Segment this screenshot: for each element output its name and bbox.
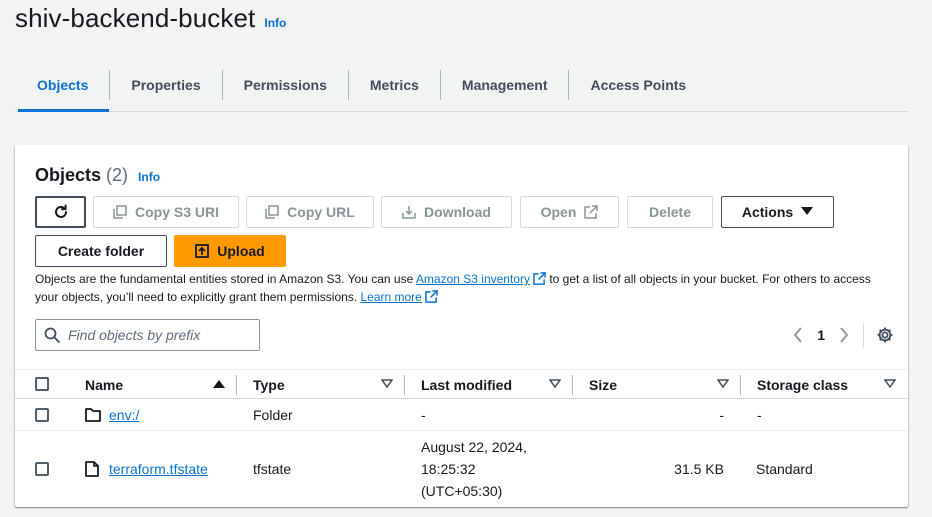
tab-permissions[interactable]: Permissions bbox=[223, 58, 348, 111]
tab-objects[interactable]: Objects bbox=[15, 58, 110, 112]
copy-icon bbox=[113, 205, 127, 219]
name-cell: terraform.tfstate bbox=[85, 431, 208, 507]
download-label: Download bbox=[424, 204, 491, 220]
column-label: Storage class bbox=[757, 376, 849, 393]
tab-metrics[interactable]: Metrics bbox=[349, 58, 440, 111]
last-modified-time: 18:25:32 bbox=[421, 461, 476, 477]
column-header-name[interactable]: Name bbox=[85, 370, 237, 399]
file-icon bbox=[85, 461, 99, 477]
column-divider bbox=[572, 375, 573, 395]
upload-label: Upload bbox=[217, 243, 265, 259]
type-cell: tfstate bbox=[253, 461, 292, 477]
upload-icon bbox=[195, 244, 210, 258]
sort-ascending-icon bbox=[213, 380, 225, 388]
create-folder-label: Create folder bbox=[57, 243, 145, 259]
copy-url-label: Copy URL bbox=[287, 204, 355, 220]
actions-label: Actions bbox=[741, 204, 794, 220]
external-link-icon bbox=[425, 290, 438, 307]
copy-s3-uri-label: Copy S3 URI bbox=[134, 204, 219, 220]
tab-management[interactable]: Management bbox=[441, 58, 569, 111]
sort-icon bbox=[549, 379, 561, 389]
size-cell: - bbox=[719, 407, 724, 423]
page-title: shiv-backend-bucket bbox=[15, 3, 256, 33]
copy-url-button[interactable]: Copy URL bbox=[246, 196, 374, 228]
object-name-link[interactable]: terraform.tfstate bbox=[109, 461, 208, 477]
chevron-left-icon[interactable] bbox=[793, 327, 803, 343]
search-icon bbox=[44, 327, 60, 343]
download-icon bbox=[402, 205, 416, 219]
bucket-tabs: Objects Properties Permissions Metrics M… bbox=[15, 58, 908, 112]
tab-properties[interactable]: Properties bbox=[110, 58, 221, 111]
external-link-icon bbox=[533, 272, 546, 289]
select-all-checkbox[interactable] bbox=[35, 377, 49, 391]
search-input[interactable] bbox=[68, 327, 248, 343]
last-modified-cell: - bbox=[421, 407, 426, 423]
copy-s3-uri-button[interactable]: Copy S3 URI bbox=[93, 196, 239, 228]
table-row[interactable]: env:/ Folder - - - bbox=[15, 399, 908, 431]
panel-info-link[interactable]: Info bbox=[138, 170, 160, 184]
column-label: Type bbox=[253, 376, 285, 393]
column-header-storage-class[interactable]: Storage class bbox=[757, 370, 908, 399]
actions-dropdown[interactable]: Actions bbox=[721, 196, 834, 228]
storage-class-cell: Standard bbox=[756, 461, 813, 477]
external-link-icon bbox=[584, 205, 599, 219]
storage-class-cell: - bbox=[757, 407, 762, 423]
column-label: Name bbox=[85, 376, 124, 393]
page-number[interactable]: 1 bbox=[817, 327, 825, 343]
object-name-link[interactable]: env:/ bbox=[109, 407, 139, 423]
table-header: Name Type Last modified Size Storage cla… bbox=[15, 369, 908, 399]
open-button[interactable]: Open bbox=[520, 196, 619, 228]
row-checkbox[interactable] bbox=[35, 408, 49, 422]
folder-icon bbox=[85, 408, 101, 422]
column-header-last-modified[interactable]: Last modified bbox=[421, 370, 573, 399]
delete-button[interactable]: Delete bbox=[627, 196, 713, 228]
column-divider bbox=[404, 375, 405, 395]
last-modified-date: August 22, 2024, bbox=[421, 439, 527, 455]
description-text: Objects are the fundamental entities sto… bbox=[35, 272, 416, 286]
last-modified-timezone: (UTC+05:30) bbox=[421, 483, 503, 499]
panel-header: Objects (2) Info bbox=[35, 165, 160, 186]
learn-more-link[interactable]: Learn more bbox=[360, 290, 421, 304]
search-box bbox=[35, 319, 260, 351]
object-count: (2) bbox=[106, 165, 129, 185]
create-folder-button[interactable]: Create folder bbox=[35, 235, 167, 267]
table-row[interactable]: terraform.tfstate tfstate August 22, 202… bbox=[15, 431, 908, 507]
row-checkbox[interactable] bbox=[35, 462, 49, 476]
objects-panel: Objects (2) Info Copy S3 URI Copy URL Do… bbox=[15, 145, 908, 507]
refresh-icon bbox=[54, 204, 67, 218]
objects-table: Name Type Last modified Size Storage cla… bbox=[15, 369, 908, 507]
panel-title: Objects bbox=[35, 165, 102, 185]
gear-icon[interactable] bbox=[876, 326, 894, 344]
column-divider bbox=[740, 375, 741, 395]
column-label: Last modified bbox=[421, 376, 513, 393]
column-label: Size bbox=[589, 376, 618, 393]
column-header-type[interactable]: Type bbox=[253, 370, 405, 399]
copy-icon bbox=[265, 205, 279, 219]
size-cell: 31.5 KB bbox=[674, 461, 724, 477]
name-cell: env:/ bbox=[85, 399, 139, 431]
delete-label: Delete bbox=[648, 204, 692, 220]
download-button[interactable]: Download bbox=[381, 196, 512, 228]
sort-icon bbox=[381, 379, 393, 389]
type-cell: Folder bbox=[253, 407, 293, 423]
caret-down-icon bbox=[801, 207, 814, 217]
column-divider bbox=[236, 375, 237, 395]
refresh-button[interactable] bbox=[35, 196, 86, 228]
last-modified-cell: August 22, 2024, 18:25:32 (UTC+05:30) bbox=[421, 435, 527, 503]
pagination: 1 bbox=[793, 323, 894, 347]
sort-icon bbox=[717, 379, 729, 389]
s3-inventory-link[interactable]: Amazon S3 inventory bbox=[416, 272, 530, 286]
header-info-link[interactable]: Info bbox=[264, 16, 286, 30]
column-header-size[interactable]: Size bbox=[589, 370, 741, 399]
upload-button[interactable]: Upload bbox=[174, 235, 286, 267]
objects-description: Objects are the fundamental entities sto… bbox=[35, 271, 875, 307]
tab-access-points[interactable]: Access Points bbox=[569, 58, 707, 111]
open-label: Open bbox=[540, 204, 577, 220]
chevron-right-icon[interactable] bbox=[839, 327, 849, 343]
page-header: shiv-backend-bucket Info bbox=[15, 3, 286, 34]
sort-icon bbox=[884, 379, 896, 389]
pager-divider bbox=[863, 323, 864, 347]
